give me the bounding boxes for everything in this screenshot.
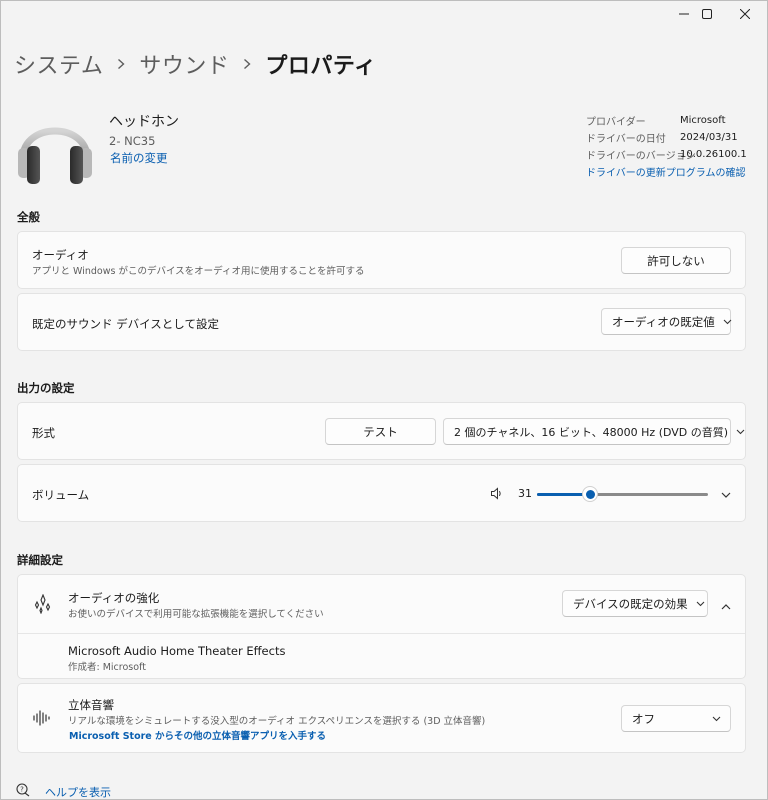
spatial-title: 立体音響 <box>68 698 114 712</box>
driver-info-row: ドライバーのバージョン 10.0.26100.1 <box>586 146 747 163</box>
spatial-subtitle: リアルな環境をシミュレートする没入型のオーディオ エクスペリエンスを選択する (… <box>68 716 486 727</box>
chevron-right-icon <box>117 58 125 70</box>
enhancement-subtitle: お使いのデバイスで利用可能な拡張機能を選択してください <box>68 609 324 620</box>
info-value: Microsoft <box>680 115 726 126</box>
sparkle-icon <box>33 593 53 617</box>
chevron-down-icon <box>696 601 705 607</box>
breadcrumb: システム サウンド プロパティ <box>14 47 377 81</box>
dropdown-value: デバイスの既定の効果 <box>573 596 688 611</box>
audio-title: オーディオ <box>32 248 89 262</box>
dropdown-value: オフ <box>632 711 655 726</box>
format-dropdown[interactable]: 2 個のチャネル、16 ビット、48000 Hz (DVD の音質) <box>443 418 745 445</box>
effect-name: Microsoft Audio Home Theater Effects <box>68 644 286 658</box>
chevron-up-icon[interactable] <box>721 600 731 613</box>
info-value: 10.0.26100.1 <box>680 149 747 160</box>
volume-slider-thumb[interactable] <box>582 486 598 502</box>
speaker-icon[interactable] <box>490 487 503 503</box>
audio-subtitle: アプリと Windows がこのデバイスをオーディオ用に使用することを許可する <box>32 266 365 277</box>
enhancement-title: オーディオの強化 <box>68 591 160 605</box>
default-device-title: 既定のサウンド デバイスとして設定 <box>32 317 219 331</box>
help-icon: ? <box>16 783 32 800</box>
driver-info-row: ドライバーの日付 2024/03/31 <box>586 129 747 146</box>
info-key: プロバイダー <box>586 117 646 128</box>
audio-enhancement-card: オーディオの強化 お使いのデバイスで利用可能な拡張機能を選択してください デバイ… <box>17 574 746 679</box>
enhancement-dropdown[interactable]: デバイスの既定の効果 <box>562 590 708 617</box>
dropdown-value: 2 個のチャネル、16 ビット、48000 Hz (DVD の音質) <box>454 425 729 439</box>
close-icon <box>740 9 750 19</box>
device-model: 2- NC35 <box>109 134 156 148</box>
svg-text:?: ? <box>20 786 24 794</box>
test-button[interactable]: テスト <box>325 418 436 445</box>
device-name: ヘッドホン <box>109 114 179 130</box>
spatial-sound-card: 立体音響 リアルな環境をシミュレートする没入型のオーディオ エクスペリエンスを選… <box>17 683 746 753</box>
effect-author: 作成者: Microsoft <box>68 662 146 673</box>
page-title: プロパティ <box>265 54 377 79</box>
volume-title: ボリューム <box>32 488 90 502</box>
info-key: ドライバーの日付 <box>586 134 666 145</box>
driver-info-row: プロバイダー Microsoft <box>586 112 747 129</box>
deny-audio-button[interactable]: 許可しない <box>621 247 731 274</box>
chevron-down-icon[interactable] <box>721 489 731 502</box>
maximize-icon <box>702 9 712 19</box>
spatial-dropdown[interactable]: オフ <box>621 705 731 732</box>
format-title: 形式 <box>32 426 55 440</box>
rename-link[interactable]: 名前の変更 <box>110 150 168 166</box>
chevron-right-icon <box>243 58 251 70</box>
section-heading-output: 出力の設定 <box>17 381 75 395</box>
store-link[interactable]: Microsoft Store からその他の立体音響アプリを入手する <box>69 728 326 742</box>
driver-update-link[interactable]: ドライバーの更新プログラムの確認 <box>586 164 746 179</box>
audio-permission-card: オーディオ アプリと Windows がこのデバイスをオーディオ用に使用すること… <box>17 231 746 289</box>
section-heading-general: 全般 <box>17 210 40 224</box>
close-button[interactable] <box>722 0 768 28</box>
breadcrumb-item-sound[interactable]: サウンド <box>139 48 229 80</box>
format-card: 形式 テスト 2 個のチャネル、16 ビット、48000 Hz (DVD の音質… <box>17 402 746 460</box>
chevron-down-icon <box>723 319 732 325</box>
default-device-dropdown[interactable]: オーディオの既定値 <box>601 308 732 335</box>
default-device-card: 既定のサウンド デバイスとして設定 オーディオの既定値 <box>17 293 746 351</box>
breadcrumb-item-system[interactable]: システム <box>14 48 103 80</box>
volume-value: 31 <box>518 487 532 500</box>
volume-card: ボリューム 31 <box>17 464 746 522</box>
info-value: 2024/03/31 <box>680 132 738 143</box>
driver-info: プロバイダー Microsoft ドライバーの日付 2024/03/31 ドライ… <box>586 112 747 163</box>
headphones-icon <box>15 104 95 188</box>
chevron-down-icon <box>736 429 745 435</box>
section-heading-advanced: 詳細設定 <box>17 553 63 567</box>
info-key: ドライバーのバージョン <box>586 151 696 162</box>
spatial-audio-icon <box>33 710 51 729</box>
divider <box>18 633 745 634</box>
help-link[interactable]: ヘルプを表示 <box>45 784 111 800</box>
chevron-down-icon <box>712 716 721 722</box>
dropdown-value: オーディオの既定値 <box>612 314 715 329</box>
